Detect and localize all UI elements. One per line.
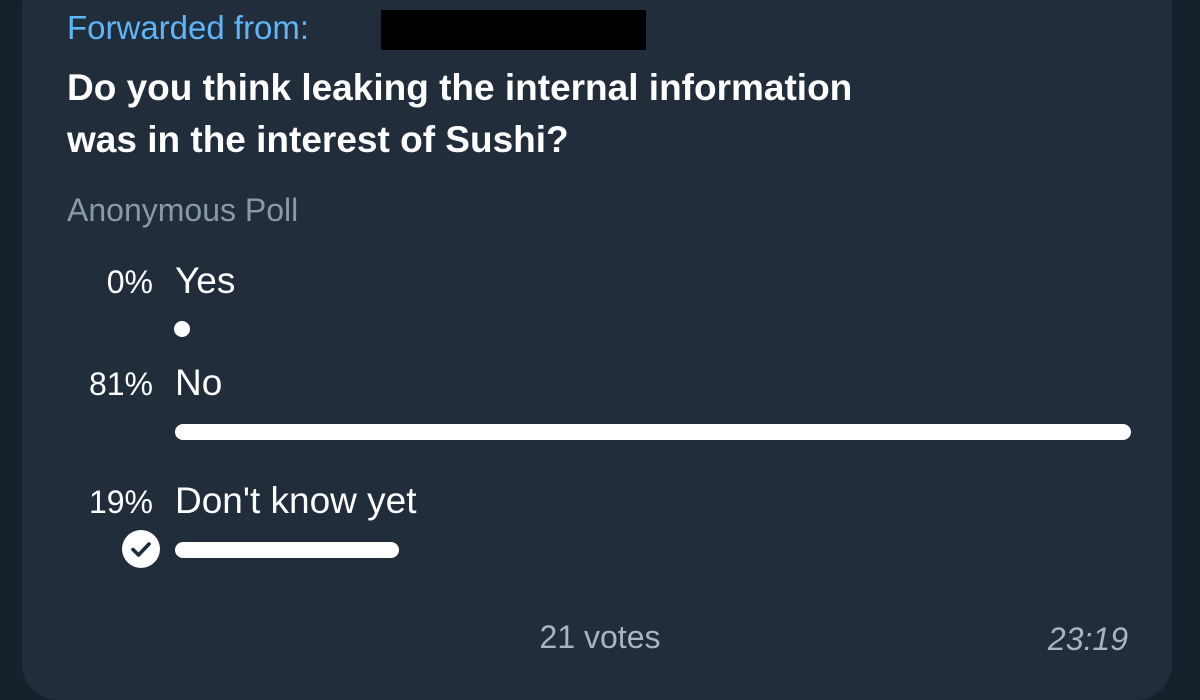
selected-check-icon <box>122 530 160 568</box>
poll-question-line: was in the interest of Sushi? <box>67 119 569 160</box>
option-label-no: No <box>175 362 223 403</box>
option-label-yes: Yes <box>175 260 236 301</box>
result-bar-yes <box>174 321 190 337</box>
option-label-dont-know: Don't know yet <box>175 480 417 521</box>
redacted-sender-box <box>381 10 646 50</box>
result-bar-dont-know <box>175 542 399 558</box>
poll-question-line: Do you think leaking the internal inform… <box>67 67 853 108</box>
vote-count[interactable]: 21 votes <box>0 617 1200 657</box>
option-percent: 0% <box>106 264 153 300</box>
result-bar-no <box>175 424 1131 440</box>
forwarded-label[interactable]: Forwarded from: <box>67 8 309 48</box>
message-time: 23:19 <box>1047 621 1128 657</box>
poll-question: Do you think leaking the internal inform… <box>67 62 1067 166</box>
option-percent: 19% <box>88 484 153 520</box>
option-percent: 81% <box>88 366 153 402</box>
poll-type-label: Anonymous Poll <box>67 192 299 228</box>
